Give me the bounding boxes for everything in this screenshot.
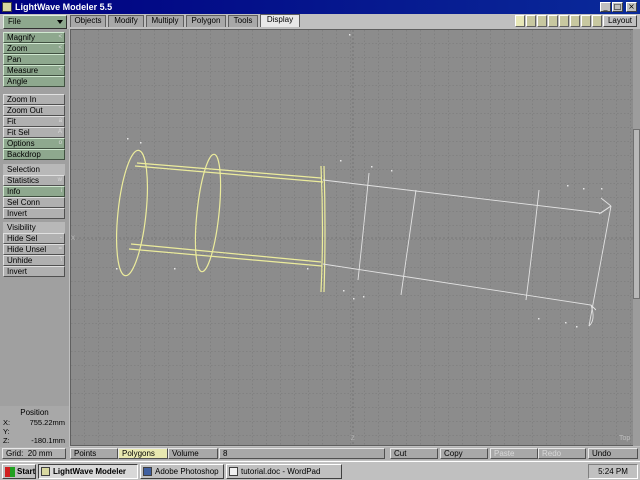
task-wordpad[interactable]: tutorial.doc - WordPad xyxy=(226,464,342,479)
polygons-mode-button[interactable]: Polygons xyxy=(118,448,168,459)
fit-button[interactable]: Fit a xyxy=(3,116,65,127)
title-bar[interactable]: LightWave Modeler 5.5 _ □ × xyxy=(0,0,640,14)
file-label: File xyxy=(8,17,21,26)
left-command-panel: Magnify < Zoom < Pan Measure < Angle Zoom I… xyxy=(0,29,69,447)
visibility-header: Visibility xyxy=(3,222,65,233)
tab-multiply[interactable]: Multiply xyxy=(146,15,184,27)
sel-conn-button[interactable]: Sel Conn xyxy=(3,197,65,208)
invert-selection-button[interactable]: Invert xyxy=(3,208,65,219)
position-x: X: 755.22mm xyxy=(3,418,65,427)
volume-mode-button[interactable]: Volume xyxy=(168,448,218,459)
tab-modify[interactable]: Modify xyxy=(108,15,144,27)
layout-button[interactable]: Layout xyxy=(603,15,637,27)
layer-button-8[interactable] xyxy=(592,15,602,27)
close-button[interactable]: × xyxy=(626,2,637,12)
zoom-group: Zoom In Zoom Out Fit a Fit Sel A Options o … xyxy=(3,94,65,160)
angle-button[interactable]: Angle xyxy=(3,76,65,87)
hide-unsel-button[interactable]: Hide Unsel = xyxy=(3,244,65,255)
grid-readout: Grid: 20 mm xyxy=(2,448,66,459)
position-title: Position xyxy=(20,408,49,417)
file-menu-button[interactable]: File xyxy=(3,15,67,29)
tab-display[interactable]: Display xyxy=(260,14,300,27)
invert-visibility-button[interactable]: Invert xyxy=(3,266,65,277)
lightwave-icon xyxy=(41,467,50,476)
start-button[interactable]: Start xyxy=(2,464,36,479)
layer-button-2[interactable] xyxy=(526,15,536,27)
maximize-button[interactable]: □ xyxy=(612,2,623,12)
layer-button-5[interactable] xyxy=(559,15,569,27)
statistics-button[interactable]: Statistics w xyxy=(3,175,65,186)
info-button[interactable]: Info i xyxy=(3,186,65,197)
backdrop-button[interactable]: Backdrop xyxy=(3,149,65,160)
pan-button[interactable]: Pan xyxy=(3,54,65,65)
window-title: LightWave Modeler 5.5 xyxy=(15,2,113,12)
undo-button[interactable]: Undo xyxy=(588,448,638,459)
magnify-button[interactable]: Magnify < xyxy=(3,32,65,43)
axis-label-x: X xyxy=(71,236,75,242)
axis-label-z: Z xyxy=(351,436,355,442)
selection-group: Selection Statistics w Info i Sel Conn Inv… xyxy=(3,164,65,219)
task-lightwave[interactable]: LightWave Modeler 5.5 xyxy=(38,464,138,479)
windows-taskbar: Start LightWave Modeler 5.5 Adobe Photos… xyxy=(0,461,640,480)
status-bar: Grid: 20 mm Points Polygons Volume 8 Cut… xyxy=(0,447,640,460)
zoom-button[interactable]: Zoom < xyxy=(3,43,65,54)
layer-button-3[interactable] xyxy=(537,15,547,27)
paste-button[interactable]: Paste xyxy=(490,448,538,459)
view-label-top: Top xyxy=(619,435,630,442)
app-icon[interactable] xyxy=(2,2,12,12)
tab-tools[interactable]: Tools xyxy=(228,15,258,27)
photoshop-icon xyxy=(143,467,152,476)
position-y: Y: xyxy=(3,427,10,436)
measure-button[interactable]: Measure < xyxy=(3,65,65,76)
fit-sel-button[interactable]: Fit Sel A xyxy=(3,127,65,138)
hide-sel-button[interactable]: Hide Sel - xyxy=(3,233,65,244)
options-button[interactable]: Options o xyxy=(3,138,65,149)
viewport-scrollbar[interactable] xyxy=(633,29,640,446)
cut-button[interactable]: Cut xyxy=(390,448,438,459)
unhide-button[interactable]: Unhide \ xyxy=(3,255,65,266)
tab-objects[interactable]: Objects xyxy=(70,15,106,27)
selection-count: 8 xyxy=(219,448,385,459)
position-z: Z: -180.1mm xyxy=(3,436,65,445)
viewport-canvas[interactable]: Top X Z xyxy=(71,30,634,446)
taskbar-clock[interactable]: 5:24 PM xyxy=(588,464,638,479)
scrollbar-thumb[interactable] xyxy=(633,129,640,299)
layer-button-6[interactable] xyxy=(570,15,580,27)
position-readout: Position X: 755.22mm Y: Z: -180.1mm xyxy=(0,406,69,447)
wordpad-icon xyxy=(229,467,238,476)
layer-button-7[interactable] xyxy=(581,15,591,27)
layer-button-4[interactable] xyxy=(548,15,558,27)
selection-header: Selection xyxy=(3,164,65,175)
task-photoshop[interactable]: Adobe Photoshop xyxy=(140,464,224,479)
tab-polygon[interactable]: Polygon xyxy=(186,15,226,27)
zoom-out-button[interactable]: Zoom Out xyxy=(3,105,65,116)
zoom-in-button[interactable]: Zoom In xyxy=(3,94,65,105)
view-tools-group: Magnify < Zoom < Pan Measure < Angle xyxy=(3,32,65,87)
redo-button[interactable]: Redo xyxy=(538,448,586,459)
points-mode-button[interactable]: Points xyxy=(70,448,118,459)
copy-button[interactable]: Copy xyxy=(440,448,488,459)
modeler-viewport[interactable]: Top X Z xyxy=(70,29,634,446)
visibility-group: Visibility Hide Sel - Hide Unsel = Unhide \… xyxy=(3,222,65,277)
layer-button-1[interactable] xyxy=(515,15,525,27)
chevron-down-icon xyxy=(57,20,63,24)
windows-logo-icon xyxy=(5,467,15,477)
minimize-button[interactable]: _ xyxy=(600,2,611,12)
